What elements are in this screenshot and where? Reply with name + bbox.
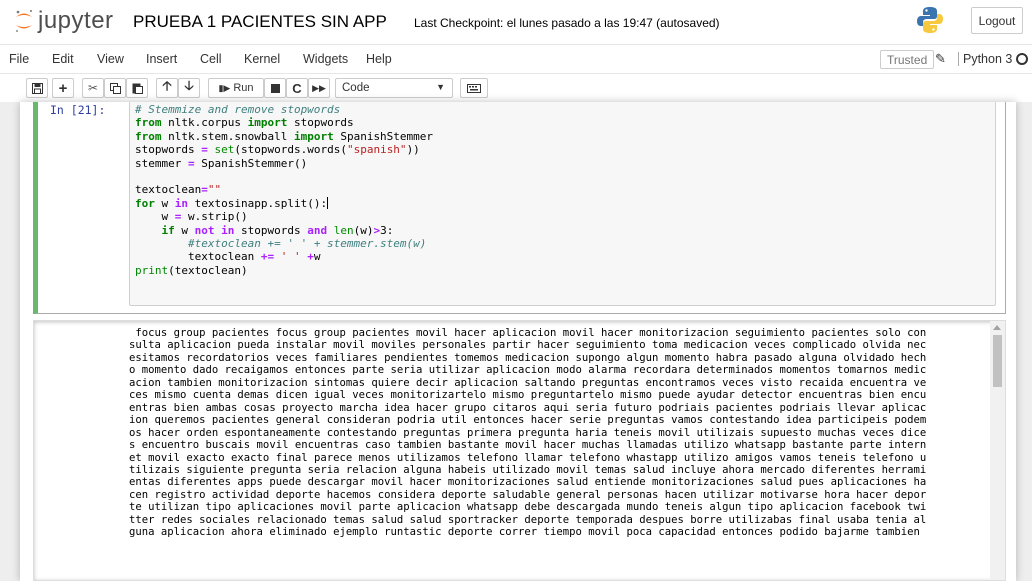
menu-widgets[interactable]: Widgets xyxy=(303,52,348,66)
toolbar: + ✂ 🡡 🡣 ▮▶ Run C ▶▶ Code ▼ xyxy=(0,74,1032,102)
output-line: tilizais siguiente pregunta seria relaci… xyxy=(129,463,927,476)
scroll-up-arrow-icon[interactable] xyxy=(993,325,1001,330)
output-line: tter redes sociales relacionado temas sa… xyxy=(129,513,927,526)
code-line-11: #textoclean += ' ' + stemmer.stem(w) xyxy=(187,237,427,251)
output-line: ion queremos pacientes general considera… xyxy=(129,414,927,427)
move-down-button[interactable]: 🡣 xyxy=(178,78,200,98)
run-button[interactable]: ▮▶ Run xyxy=(208,78,264,98)
insert-cell-button[interactable]: + xyxy=(52,78,74,98)
jupyter-logo[interactable]: jupyter xyxy=(14,8,114,34)
output-line: focus group pacientes focus group pacien… xyxy=(129,327,927,339)
code-line-4: stopwords = set(stopwords.words("spanish… xyxy=(135,143,420,157)
step-forward-icon: ▮▶ xyxy=(218,82,231,93)
output-line: et movil exacto exacto final parece meno… xyxy=(129,451,927,464)
output-scrollbar[interactable] xyxy=(990,321,1005,580)
notebook-title[interactable]: PRUEBA 1 PACIENTES SIN APP xyxy=(133,12,387,32)
command-palette-button[interactable] xyxy=(460,78,488,98)
code-cell[interactable]: In [21]: # Stemmize and remove stopwords… xyxy=(33,102,1006,314)
code-line-9: w = w.strip() xyxy=(135,210,248,224)
cell-type-value: Code xyxy=(342,82,370,94)
kernel-idle-icon xyxy=(1016,53,1028,65)
output-line: cen registro actividad deporte hacemos c… xyxy=(129,488,927,501)
jupyter-logo-icon xyxy=(14,8,34,34)
scrollbar-thumb[interactable] xyxy=(993,335,1002,387)
pencil-icon[interactable]: ✎ xyxy=(935,51,946,67)
menu-kernel[interactable]: Kernel xyxy=(244,52,280,66)
copy-icon xyxy=(109,82,121,94)
code-line-8: for w in textosinapp.split(): xyxy=(135,196,329,210)
notebook-page: In [21]: # Stemmize and remove stopwords… xyxy=(20,102,1016,581)
menu-edit[interactable]: Edit xyxy=(52,52,74,66)
input-prompt: In [21]: xyxy=(50,103,106,117)
output-line: entras bien ambas cosas proyecto marcha … xyxy=(129,401,927,414)
code-editor[interactable]: # Stemmize and remove stopwords from nlt… xyxy=(129,102,996,306)
arrow-down-icon: 🡣 xyxy=(184,78,194,93)
code-line-2: from nltk.corpus import stopwords xyxy=(135,116,354,130)
output-text: focus group pacientes focus group pacien… xyxy=(129,327,990,539)
header: jupyter PRUEBA 1 PACIENTES SIN APP Last … xyxy=(0,0,1032,44)
copy-button[interactable] xyxy=(104,78,126,98)
output-line: acion tambien monitorizacion sintomas qu… xyxy=(129,376,927,389)
code-line-1: # Stemmize and remove stopwords xyxy=(135,103,341,116)
code-line-3: from nltk.stem.snowball import SpanishSt… xyxy=(135,129,434,143)
save-button[interactable] xyxy=(26,78,48,98)
stop-icon xyxy=(270,83,280,93)
keyboard-icon xyxy=(467,83,481,93)
arrow-up-icon: 🡡 xyxy=(162,78,172,93)
output-line: te utilizan tipo aplicaciones movil part… xyxy=(129,501,927,514)
output-line: sulta aplicacion pueda instalar movil mo… xyxy=(129,339,927,352)
refresh-icon: C xyxy=(292,80,302,96)
menu-help[interactable]: Help xyxy=(366,52,392,66)
output-line: ces mismo cuenta demas dicen igual veces… xyxy=(129,389,927,402)
code-line-12: textoclean += ' ' +w xyxy=(135,250,321,264)
output-line: entas diferentes apps puede descargar mo… xyxy=(129,476,927,489)
run-label: Run xyxy=(233,82,254,94)
move-up-button[interactable]: 🡡 xyxy=(156,78,178,98)
logout-button[interactable]: Logout xyxy=(971,7,1023,34)
code-content[interactable]: # Stemmize and remove stopwords from nlt… xyxy=(135,103,433,277)
output-line: os hacer orden espontaneamente contestan… xyxy=(129,426,927,439)
restart-button[interactable]: C xyxy=(286,78,308,98)
menubar: File Edit View Insert Cell Kernel Widget… xyxy=(0,44,1032,74)
text-cursor xyxy=(327,196,329,209)
logo-text: jupyter xyxy=(38,7,114,34)
output-area[interactable]: focus group pacientes focus group pacien… xyxy=(33,320,1006,581)
output-line: s encuentro buscais movil encuentras cas… xyxy=(129,439,927,452)
menu-file[interactable]: File xyxy=(9,52,29,66)
paste-icon xyxy=(132,83,143,94)
code-line-5: stemmer = SpanishStemmer() xyxy=(135,156,308,170)
notebook-area: In [21]: # Stemmize and remove stopwords… xyxy=(0,102,1032,581)
interrupt-button[interactable] xyxy=(264,78,286,98)
menu-cell[interactable]: Cell xyxy=(200,52,222,66)
restart-run-all-button[interactable]: ▶▶ xyxy=(308,78,330,98)
paste-button[interactable] xyxy=(126,78,148,98)
scissors-icon: ✂ xyxy=(87,81,99,95)
save-icon xyxy=(31,82,43,94)
menu-view[interactable]: View xyxy=(97,52,124,66)
output-line: esitamos recordatorios veces familiares … xyxy=(129,351,927,364)
trusted-indicator[interactable]: Trusted xyxy=(880,50,935,69)
cell-type-select[interactable]: Code ▼ xyxy=(335,78,453,98)
kernel-name: Python 3 xyxy=(958,52,1012,66)
code-line-13: print(textoclean) xyxy=(135,263,248,277)
checkpoint-status: Last Checkpoint: el lunes pasado a las 1… xyxy=(414,16,720,30)
code-line-7: textoclean="" xyxy=(135,183,222,197)
output-line: o momento dado recaigamos entonces parte… xyxy=(129,364,927,377)
output-line: guna aplicacion ahora eliminado ejemplo … xyxy=(129,526,920,539)
menu-insert[interactable]: Insert xyxy=(146,52,177,66)
caret-down-icon: ▼ xyxy=(436,82,445,92)
plus-icon: + xyxy=(58,79,68,97)
cut-button[interactable]: ✂ xyxy=(82,78,104,98)
fast-forward-icon: ▶▶ xyxy=(312,82,326,93)
code-line-10: if w not in stopwords and len(w)>3: xyxy=(161,223,394,237)
python-logo-icon xyxy=(917,6,943,39)
